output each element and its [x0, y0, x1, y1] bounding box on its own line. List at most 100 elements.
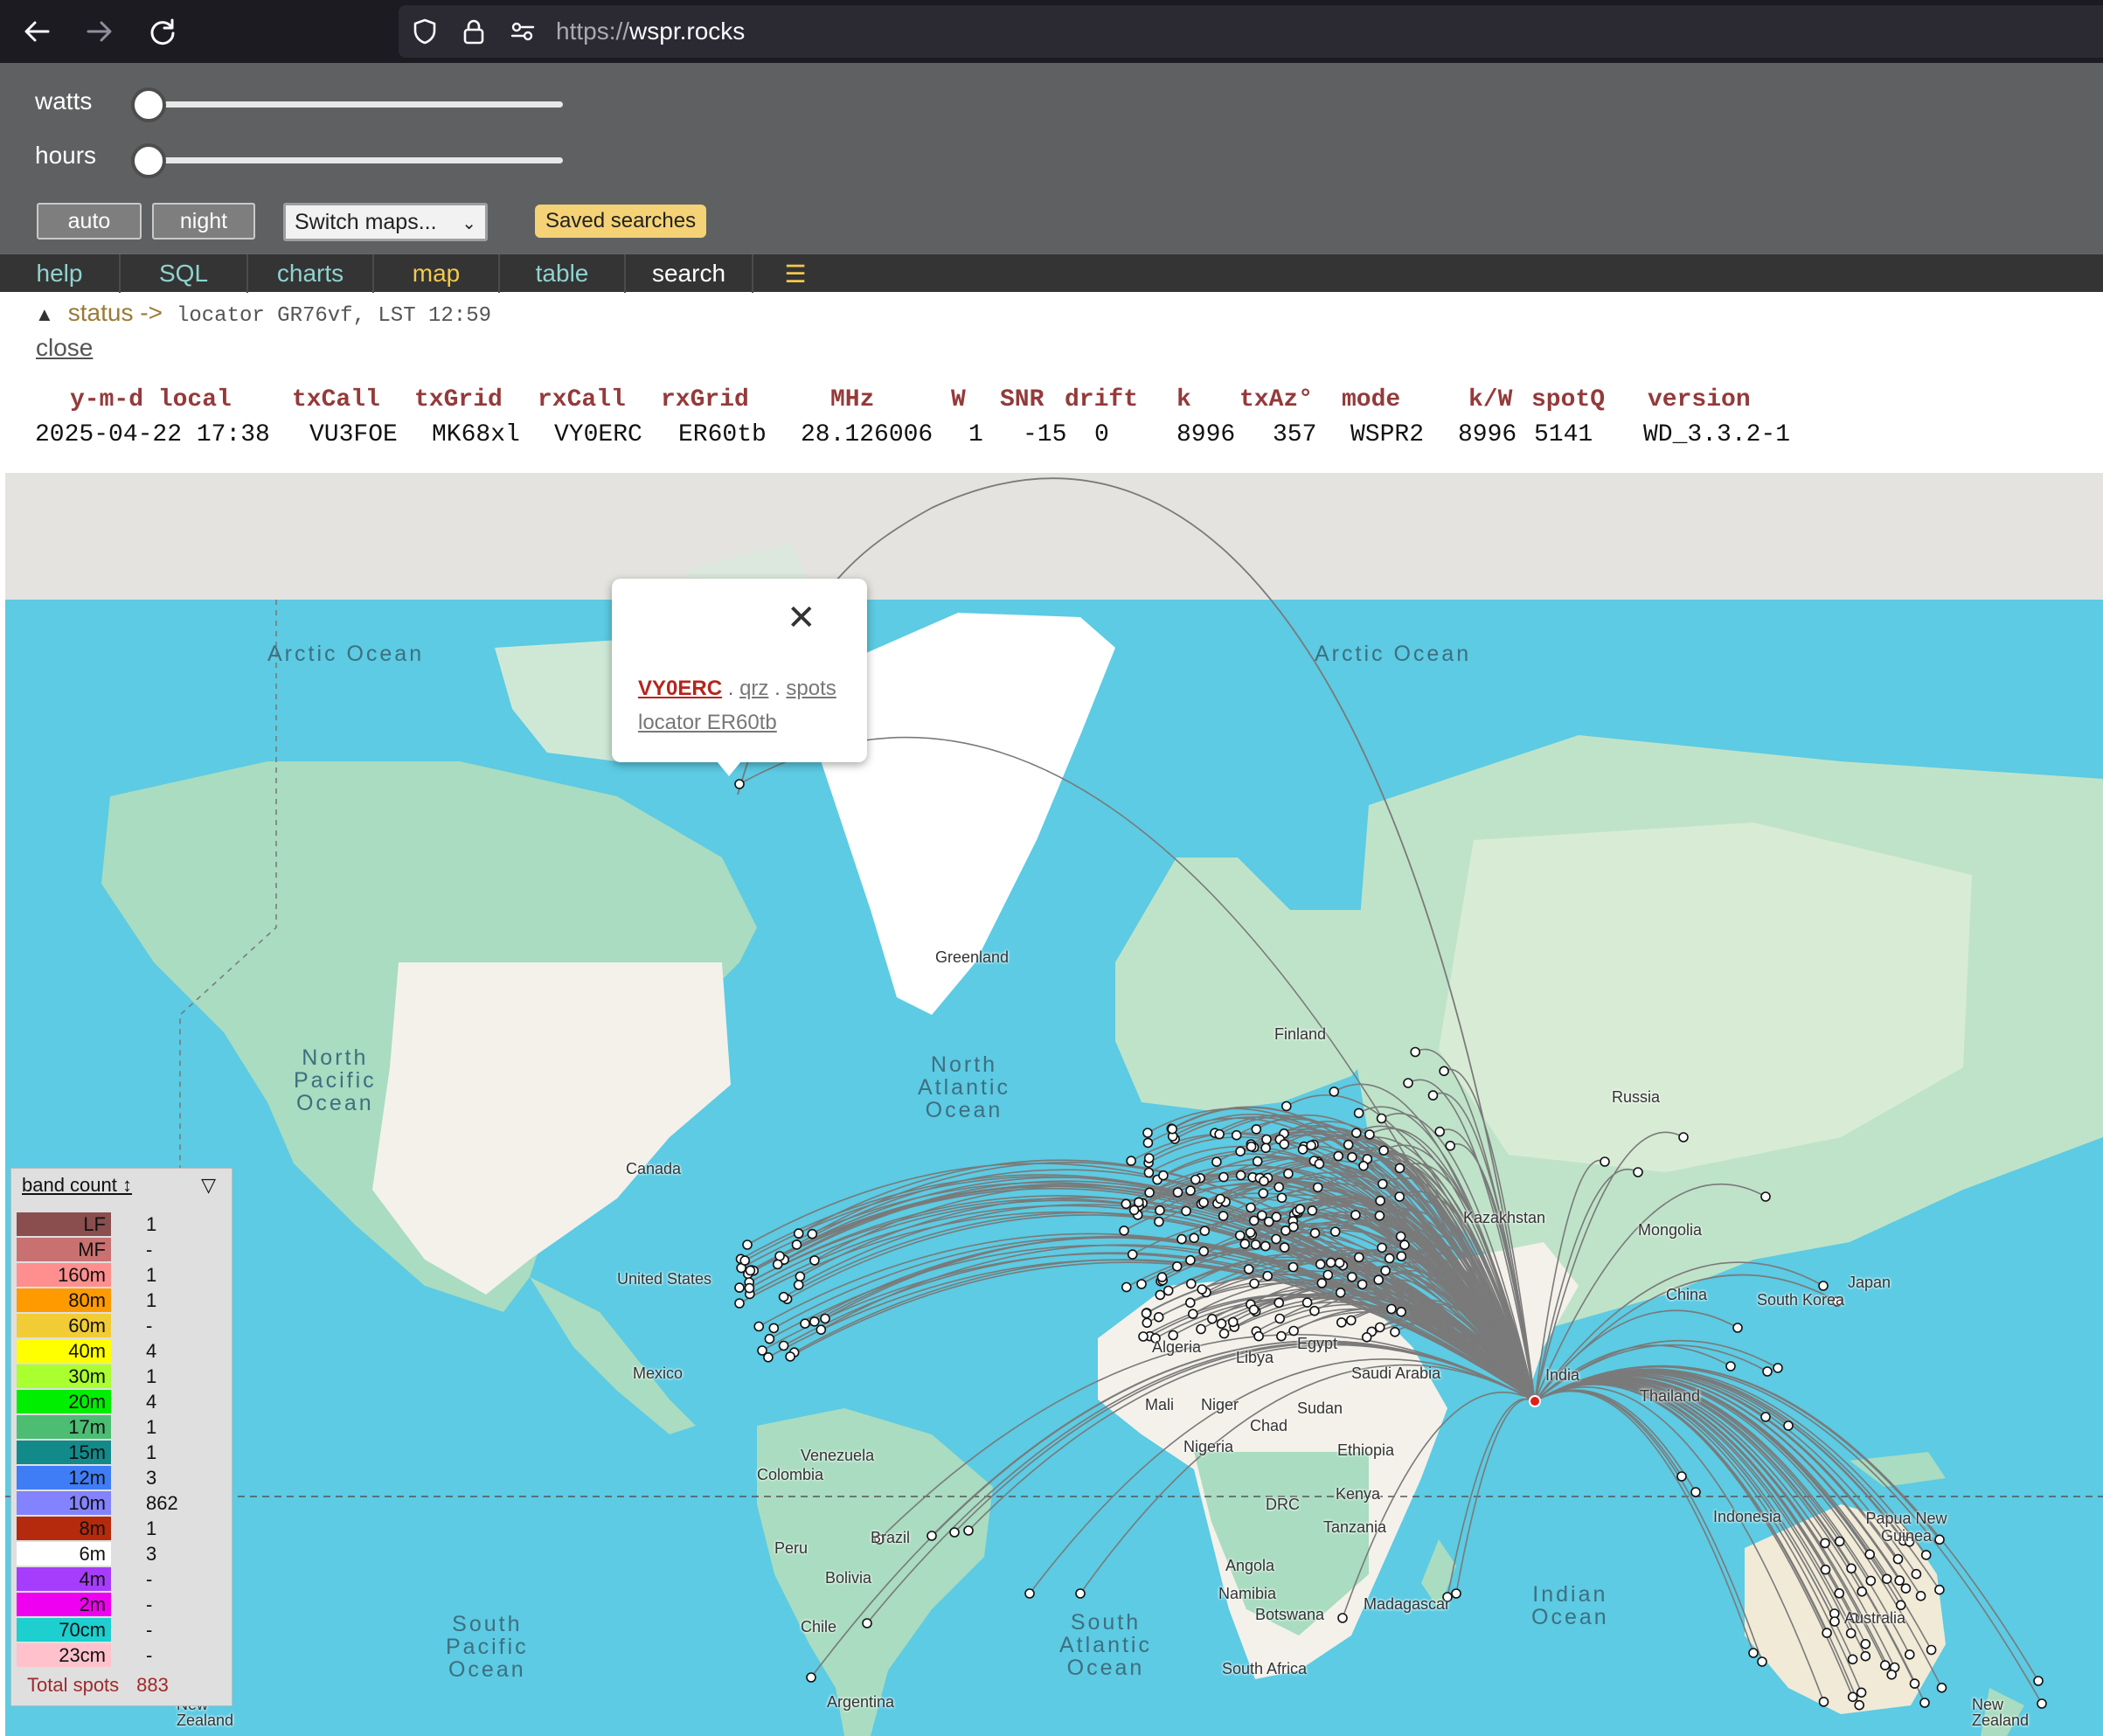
- receiver-station-dot[interactable]: [772, 1259, 783, 1270]
- watts-slider-thumb[interactable]: [131, 87, 166, 122]
- legend-band-swatch[interactable]: 40m: [17, 1339, 111, 1363]
- receiver-station-dot[interactable]: [1262, 1270, 1273, 1281]
- receiver-station-dot[interactable]: [1218, 1328, 1230, 1339]
- receiver-station-dot[interactable]: [1399, 1240, 1410, 1251]
- legend-band-swatch[interactable]: 160m: [17, 1263, 111, 1287]
- receiver-station-dot[interactable]: [745, 1265, 756, 1276]
- receiver-station-dot[interactable]: [1227, 1316, 1239, 1328]
- receiver-station-dot[interactable]: [1314, 1158, 1325, 1170]
- receiver-station-dot[interactable]: [1351, 1128, 1362, 1138]
- receiver-station-dot[interactable]: [1185, 1297, 1196, 1309]
- legend-band-swatch[interactable]: 17m: [17, 1415, 111, 1439]
- receiver-station-dot[interactable]: [1281, 1101, 1292, 1112]
- receiver-station-dot[interactable]: [1216, 1318, 1227, 1330]
- receiver-station-dot[interactable]: [1235, 1170, 1246, 1181]
- receiver-station-dot[interactable]: [1288, 1221, 1299, 1233]
- receiver-station-dot[interactable]: [1155, 1289, 1166, 1301]
- receiver-station-dot[interactable]: [1822, 1628, 1832, 1638]
- hours-slider[interactable]: [131, 143, 563, 178]
- receiver-station-dot[interactable]: [1251, 1124, 1262, 1135]
- receiver-station-dot[interactable]: [1329, 1087, 1340, 1097]
- receiver-station-dot[interactable]: [1279, 1139, 1290, 1149]
- receiver-station-dot[interactable]: [1384, 1253, 1395, 1264]
- receiver-station-dot[interactable]: [1189, 1233, 1199, 1244]
- receiver-station-dot[interactable]: [1024, 1588, 1035, 1599]
- receiver-station-dot[interactable]: [1845, 1628, 1857, 1639]
- receiver-station-dot[interactable]: [1287, 1261, 1299, 1273]
- receiver-station-dot[interactable]: [949, 1527, 960, 1538]
- legend-toggle-icon[interactable]: ▽: [201, 1174, 216, 1197]
- receiver-station-dot[interactable]: [1881, 1573, 1892, 1585]
- receiver-station-dot[interactable]: [1138, 1331, 1149, 1342]
- receiver-station-dot[interactable]: [1860, 1639, 1871, 1649]
- hamburger-menu-icon[interactable]: ☰: [753, 254, 837, 293]
- receiver-station-dot[interactable]: [1374, 1322, 1385, 1333]
- receiver-station-dot[interactable]: [1886, 1670, 1897, 1680]
- receiver-station-dot[interactable]: [1834, 1536, 1845, 1547]
- receiver-station-dot[interactable]: [1829, 1616, 1840, 1627]
- receiver-station-dot[interactable]: [1274, 1182, 1284, 1192]
- receiver-station-dot[interactable]: [1347, 1151, 1357, 1163]
- receiver-station-dot[interactable]: [1396, 1251, 1407, 1262]
- receiver-station-dot[interactable]: [1934, 1584, 1945, 1595]
- receiver-station-dot[interactable]: [1329, 1226, 1341, 1237]
- collapse-triangle-icon[interactable]: ▲: [35, 303, 54, 325]
- receiver-station-dot[interactable]: [1335, 1287, 1346, 1298]
- close-link[interactable]: close: [36, 334, 93, 362]
- receiver-station-dot[interactable]: [1181, 1205, 1191, 1217]
- legend-band-swatch[interactable]: 6m: [17, 1542, 111, 1566]
- receiver-station-dot[interactable]: [800, 1318, 810, 1330]
- receiver-station-dot[interactable]: [809, 1316, 820, 1327]
- status-line[interactable]: ▲ status -> locator GR76vf, LST 12:59: [35, 299, 491, 328]
- receiver-station-dot[interactable]: [1239, 1239, 1251, 1249]
- receiver-station-dot[interactable]: [1353, 1108, 1364, 1119]
- receiver-station-dot[interactable]: [742, 1240, 753, 1250]
- receiver-station-dot[interactable]: [1783, 1420, 1794, 1431]
- receiver-station-dot[interactable]: [1155, 1205, 1165, 1216]
- forward-icon[interactable]: [77, 9, 122, 54]
- address-bar[interactable]: https://wspr.rocks: [399, 5, 2103, 58]
- receiver-station-dot[interactable]: [809, 1255, 820, 1266]
- receiver-station-dot[interactable]: [793, 1280, 804, 1290]
- receiver-station-dot[interactable]: [1243, 1264, 1254, 1274]
- receiver-station-dot[interactable]: [1075, 1588, 1086, 1599]
- receiver-station-dot[interactable]: [795, 1271, 806, 1282]
- receiver-station-dot[interactable]: [1309, 1305, 1320, 1316]
- locator-link[interactable]: locator ER60tb: [638, 711, 777, 735]
- receiver-station-dot[interactable]: [1172, 1187, 1183, 1198]
- receiver-station-dot[interactable]: [757, 1345, 767, 1356]
- legend-band-swatch[interactable]: 30m: [17, 1364, 111, 1388]
- receiver-station-dot[interactable]: [1258, 1188, 1269, 1198]
- receiver-station-dot[interactable]: [1347, 1272, 1357, 1282]
- receiver-station-dot[interactable]: [1895, 1600, 1906, 1611]
- receiver-station-dot[interactable]: [774, 1251, 785, 1261]
- receiver-station-dot[interactable]: [1374, 1210, 1385, 1221]
- receiver-station-dot[interactable]: [1134, 1197, 1144, 1208]
- legend-band-swatch[interactable]: 10m: [17, 1491, 111, 1515]
- receiver-station-dot[interactable]: [1136, 1279, 1147, 1289]
- shield-icon[interactable]: [411, 17, 439, 45]
- receiver-station-dot[interactable]: [1633, 1167, 1643, 1177]
- receiver-station-dot[interactable]: [1905, 1649, 1915, 1660]
- receiver-station-dot[interactable]: [1171, 1260, 1183, 1272]
- legend-band-swatch[interactable]: 12m: [17, 1466, 111, 1489]
- receiver-station-dot[interactable]: [1231, 1129, 1242, 1141]
- receiver-station-dot[interactable]: [1316, 1278, 1328, 1288]
- receiver-station-dot[interactable]: [1276, 1330, 1287, 1342]
- receiver-station-dot[interactable]: [1185, 1254, 1196, 1266]
- receiver-station-dot[interactable]: [1333, 1150, 1343, 1162]
- receiver-station-dot[interactable]: [1427, 1090, 1439, 1101]
- receiver-station-dot[interactable]: [1773, 1363, 1783, 1373]
- receiver-station-dot[interactable]: [1214, 1128, 1225, 1140]
- receiver-station-dot[interactable]: [1920, 1550, 1932, 1560]
- legend-band-swatch[interactable]: 70cm: [17, 1618, 111, 1642]
- receiver-station-dot[interactable]: [1154, 1216, 1164, 1227]
- receiver-station-dot[interactable]: [1386, 1303, 1397, 1315]
- legend-band-swatch[interactable]: 2m: [17, 1593, 111, 1616]
- receiver-station-dot[interactable]: [764, 1333, 775, 1344]
- receiver-station-dot[interactable]: [1900, 1583, 1912, 1594]
- receiver-station-dot[interactable]: [1375, 1195, 1385, 1206]
- receiver-station-dot[interactable]: [1127, 1249, 1138, 1260]
- saved-searches-button[interactable]: Saved searches: [535, 205, 707, 238]
- receiver-station-dot[interactable]: [1725, 1361, 1736, 1371]
